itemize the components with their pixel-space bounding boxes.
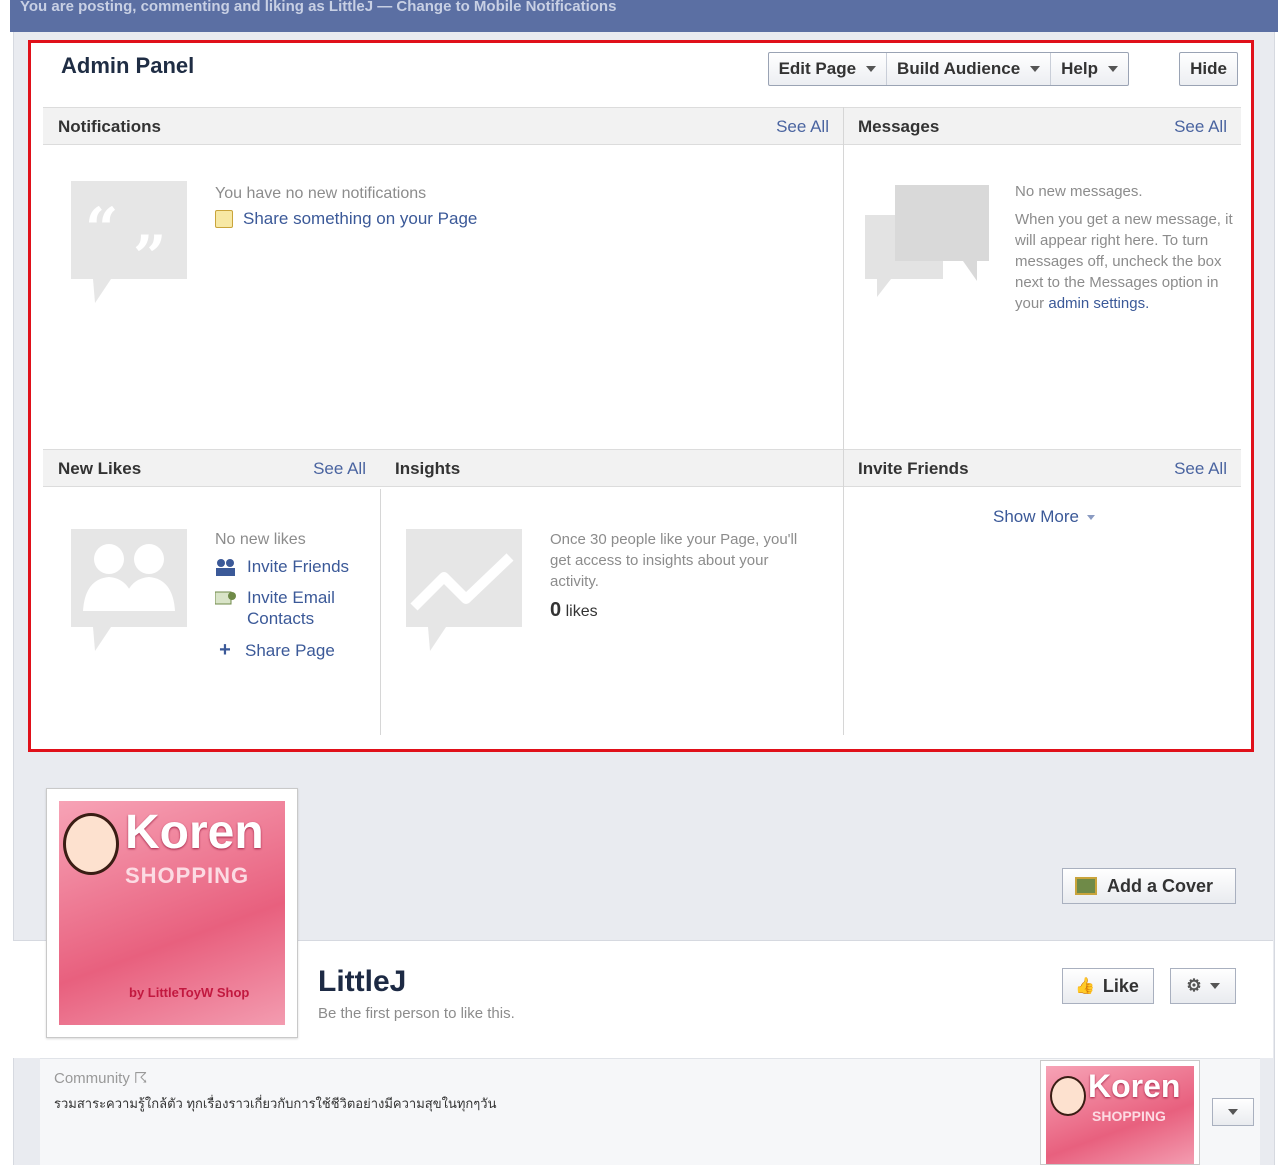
share-page-link[interactable]: + Share Page: [215, 639, 335, 662]
friends-icon: [216, 559, 235, 576]
new-likes-panel: New Likes See All No new likes Invite Fr…: [43, 449, 380, 735]
no-notifications-text: You have no new notifications: [215, 185, 427, 202]
settings-dropdown-button[interactable]: ⚙: [1170, 968, 1236, 1004]
like-label: Like: [1102, 975, 1139, 996]
page-name: LittleJ: [318, 965, 407, 998]
chevron-down-icon: [1209, 983, 1220, 989]
add-cover-button[interactable]: Add a Cover: [1062, 868, 1236, 904]
insights-likes-count: 0 likes: [550, 599, 598, 622]
new-likes-header: New Likes See All: [43, 449, 380, 487]
notifications-see-all-link[interactable]: See All: [776, 117, 829, 137]
page-category: Community ☈: [54, 1070, 148, 1087]
chevron-down-icon: [1030, 66, 1041, 72]
new-likes-title: New Likes: [58, 459, 142, 478]
show-more-link[interactable]: Show More: [993, 507, 1095, 527]
page-like-prompt: Be the first person to like this.: [318, 1005, 515, 1022]
invite-friends-panel: Invite Friends See All Show More: [843, 449, 1241, 735]
edit-page-button[interactable]: Edit Page: [769, 53, 888, 85]
chat-bubbles-icon: [865, 185, 989, 297]
share-something-link[interactable]: Share something on your Page: [215, 209, 477, 229]
svg-text:”: ”: [133, 223, 166, 291]
gear-icon: ⚙: [1186, 976, 1202, 995]
notifications-header: Notifications See All: [43, 107, 843, 145]
pencil-note-icon: [215, 210, 233, 228]
admin-panel-title: Admin Panel: [61, 53, 195, 78]
divider-vertical-right: [843, 107, 844, 735]
insights-header: Insights: [380, 449, 843, 487]
character-illustration: [63, 813, 119, 875]
likes-count-value: 0: [550, 599, 562, 621]
notifications-panel: Notifications See All “ ” You have no ne…: [43, 107, 843, 449]
admin-panel: Admin Panel Edit Page Build Audience Hel…: [28, 40, 1254, 752]
people-icon: [71, 529, 187, 651]
insights-title: Insights: [395, 459, 461, 478]
like-button[interactable]: 👍 Like: [1062, 968, 1154, 1004]
chevron-down-icon: [1228, 1109, 1238, 1115]
thumbnail-brand-sub: SHOPPING: [1092, 1108, 1166, 1124]
insights-panel: Insights Once 30 people like your Page, …: [380, 449, 843, 735]
invite-friends-header: Invite Friends See All: [843, 449, 1241, 487]
quote-bubble-icon: “ ”: [71, 181, 187, 303]
share-page-label: Share Page: [245, 640, 335, 660]
email-contacts-icon: [215, 591, 236, 605]
share-something-label: Share something on your Page: [243, 209, 478, 228]
hide-button[interactable]: Hide: [1179, 52, 1238, 86]
invite-email-link[interactable]: Invite Email Contacts: [215, 587, 357, 629]
thumbnail-image: Koren SHOPPING: [1046, 1066, 1194, 1164]
messages-header: Messages See All: [843, 107, 1241, 145]
chevron-down-icon: [866, 66, 877, 72]
no-new-likes-text: No new likes: [215, 531, 306, 548]
help-button[interactable]: Help: [1051, 53, 1128, 85]
messages-panel: Messages See All No new messages. When y…: [843, 107, 1241, 449]
brand-logo-subtext: SHOPPING: [125, 863, 250, 888]
build-audience-label: Build Audience: [897, 59, 1021, 78]
profile-image: Koren SHOPPING by LittleToyW Shop: [59, 801, 285, 1025]
thumbnail-dropdown-button[interactable]: [1212, 1098, 1254, 1126]
thumbs-up-icon: 👍: [1075, 978, 1095, 995]
likes-count-label: likes: [565, 603, 598, 620]
invite-email-label: Invite Email Contacts: [247, 588, 335, 628]
top-notice-text: You are posting, commenting and liking a…: [20, 0, 617, 15]
top-notice-bar: You are posting, commenting and liking a…: [10, 0, 1278, 32]
edit-page-label: Edit Page: [778, 59, 857, 78]
thumbnail-face: [1050, 1076, 1086, 1116]
new-likes-see-all-link[interactable]: See All: [313, 459, 366, 479]
chevron-down-icon: [1108, 66, 1118, 72]
photo-icon: [1075, 877, 1097, 895]
svg-text:“: “: [85, 195, 118, 263]
invite-friends-see-all-link[interactable]: See All: [1174, 459, 1227, 479]
add-cover-label: Add a Cover: [1107, 875, 1214, 896]
invite-friends-label: Invite Friends: [247, 557, 350, 576]
brand-logo-text: Koren: [125, 806, 264, 859]
chevron-down-icon: [1086, 514, 1095, 520]
admin-settings-link[interactable]: admin settings.: [1048, 295, 1149, 312]
plus-icon: +: [219, 639, 231, 661]
notifications-title: Notifications: [58, 117, 161, 136]
line-chart-icon: [406, 529, 522, 651]
thumbnail-brand-text: Koren: [1088, 1068, 1181, 1104]
no-messages-text: No new messages.: [1015, 183, 1143, 200]
admin-button-group: Edit Page Build Audience Help: [767, 52, 1129, 86]
build-audience-button[interactable]: Build Audience: [887, 53, 1052, 85]
photos-thumbnail[interactable]: Koren SHOPPING: [1040, 1060, 1200, 1165]
help-label: Help: [1061, 59, 1098, 78]
brand-logo-bottom: by LittleToyW Shop: [129, 985, 250, 1000]
insights-text: Once 30 people like your Page, you'll ge…: [550, 531, 798, 590]
invite-friends-link[interactable]: Invite Friends: [215, 557, 349, 577]
show-more-label: Show More: [993, 507, 1079, 526]
messages-help-text: When you get a new message, it will appe…: [1015, 209, 1237, 314]
invite-friends-title: Invite Friends: [858, 459, 969, 478]
messages-title: Messages: [858, 117, 940, 136]
profile-picture[interactable]: Koren SHOPPING by LittleToyW Shop: [46, 788, 298, 1038]
messages-see-all-link[interactable]: See All: [1174, 117, 1227, 137]
divider-vertical-left: [380, 489, 381, 735]
page-description: รวมสาระความรู้ใกล้ตัว ทุกเรื่องราวเกี่ยว…: [54, 1096, 497, 1111]
